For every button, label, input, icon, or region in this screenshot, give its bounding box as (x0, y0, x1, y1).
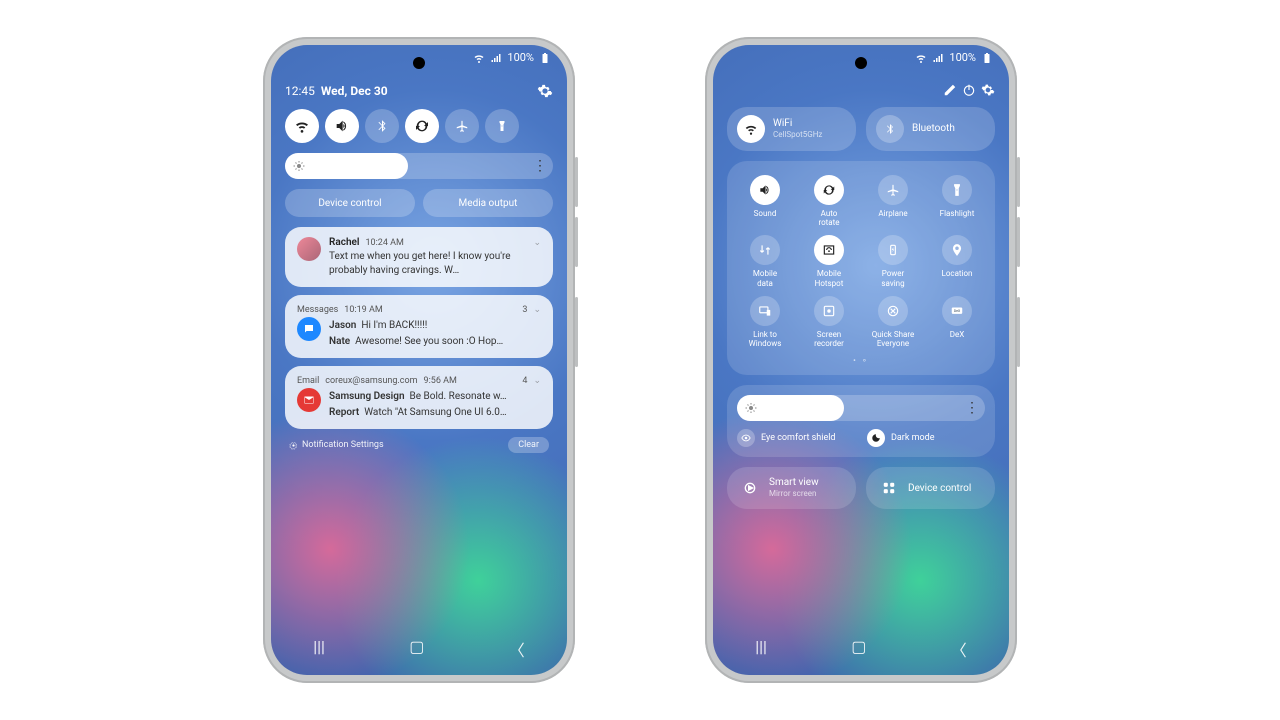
qs-tile-mobile-hotspot[interactable]: MobileHotspot (797, 235, 861, 287)
power-icon[interactable] (962, 83, 976, 97)
media-output-button[interactable]: Media output (423, 189, 553, 217)
brightness-slider[interactable]: ⋮ (285, 153, 553, 179)
qs-tile-flashlight[interactable]: Flashlight (925, 175, 989, 227)
nav-recents[interactable]: ||| (755, 637, 767, 661)
front-camera (413, 57, 425, 69)
brightness-more-icon[interactable]: ⋮ (965, 400, 979, 416)
qs-panel: SoundAutorotateAirplaneFlashlight Mobiled… (727, 161, 995, 375)
bluetooth-tile[interactable]: Bluetooth (866, 107, 995, 151)
notification-rachel[interactable]: Rachel10:24 AM⌄ Text me when you get her… (285, 227, 553, 287)
toggle-autorotate[interactable] (405, 109, 439, 143)
toggle-sound[interactable] (325, 109, 359, 143)
chevron-down-icon[interactable]: ⌄ (533, 238, 541, 248)
toggle-bluetooth[interactable] (365, 109, 399, 143)
qs-tile-screen-recorder[interactable]: Screenrecorder (797, 296, 861, 348)
moon-icon (871, 433, 881, 443)
nav-bar: ||| ▢ 〈 (713, 637, 1009, 661)
dark-mode-toggle[interactable]: Dark mode (867, 429, 985, 447)
nav-home[interactable]: ▢ (851, 637, 866, 661)
qs-tile-sound[interactable]: Sound (733, 175, 797, 227)
toggle-airplane[interactable] (445, 109, 479, 143)
qs-tile-quick-share-everyone[interactable]: Quick ShareEveryone (861, 296, 925, 348)
phone-quicksettings: 100% WiFiCellSpot5GHz (705, 37, 1017, 683)
eye-icon (741, 433, 751, 443)
nav-recents[interactable]: ||| (313, 637, 325, 661)
nav-bar: ||| ▢ 〈 (271, 637, 567, 661)
email-icon (297, 388, 321, 412)
gear-icon (289, 441, 298, 450)
eye-comfort-toggle[interactable]: Eye comfort shield (737, 429, 855, 447)
nav-home[interactable]: ▢ (409, 637, 424, 661)
nav-back[interactable]: 〈 (509, 637, 525, 661)
brightness-slider[interactable]: ⋮ (737, 395, 985, 421)
qs-tile-location[interactable]: Location (925, 235, 989, 287)
phone-notifications: 100% 12:45 Wed, Dec 30 (263, 37, 575, 683)
clear-button[interactable]: Clear (508, 437, 549, 453)
device-control-button[interactable]: Device control (285, 189, 415, 217)
device-control-tile[interactable]: Device control (866, 467, 995, 509)
smart-view-tile[interactable]: Smart viewMirror screen (727, 467, 856, 509)
nav-back[interactable]: 〈 (951, 637, 967, 661)
toggle-flashlight[interactable] (485, 109, 519, 143)
quick-toggle-row (285, 109, 553, 143)
brightness-icon (745, 402, 757, 414)
datetime: 12:45 Wed, Dec 30 (285, 84, 388, 98)
edit-icon[interactable] (943, 83, 957, 97)
toggle-wifi[interactable] (285, 109, 319, 143)
brightness-more-icon[interactable]: ⋮ (533, 158, 547, 174)
settings-icon[interactable] (537, 83, 553, 99)
svg-text:DeX: DeX (954, 309, 961, 313)
notification-email[interactable]: Emailcoreux@samsung.com9:56 AM4⌄ Samsung… (285, 366, 553, 429)
wifi-tile[interactable]: WiFiCellSpot5GHz (727, 107, 856, 151)
chevron-down-icon[interactable]: ⌄ (533, 305, 541, 315)
qs-tile-airplane[interactable]: Airplane (861, 175, 925, 227)
page-indicator: • ∘ (733, 356, 989, 365)
cast-icon (742, 480, 758, 496)
avatar (297, 237, 321, 261)
settings-icon[interactable] (981, 83, 995, 97)
qs-tile-link-to-windows[interactable]: Link toWindows (733, 296, 797, 348)
qs-tile-auto-rotate[interactable]: Autorotate (797, 175, 861, 227)
qs-tile-dex[interactable]: DeXDeX (925, 296, 989, 348)
grid-icon (882, 481, 896, 495)
qs-tile-power-saving[interactable]: Powersaving (861, 235, 925, 287)
chevron-down-icon[interactable]: ⌄ (533, 376, 541, 386)
notification-settings-link[interactable]: Notification Settings (289, 440, 384, 450)
messages-icon (297, 317, 321, 341)
front-camera (855, 57, 867, 69)
brightness-icon (293, 160, 305, 172)
brightness-panel: ⋮ Eye comfort shield Dark mode (727, 385, 995, 457)
notification-messages[interactable]: Messages10:19 AM3⌄ Jason Hi I'm BACK!!!!… (285, 295, 553, 358)
qs-tile-mobile-data[interactable]: Mobiledata (733, 235, 797, 287)
